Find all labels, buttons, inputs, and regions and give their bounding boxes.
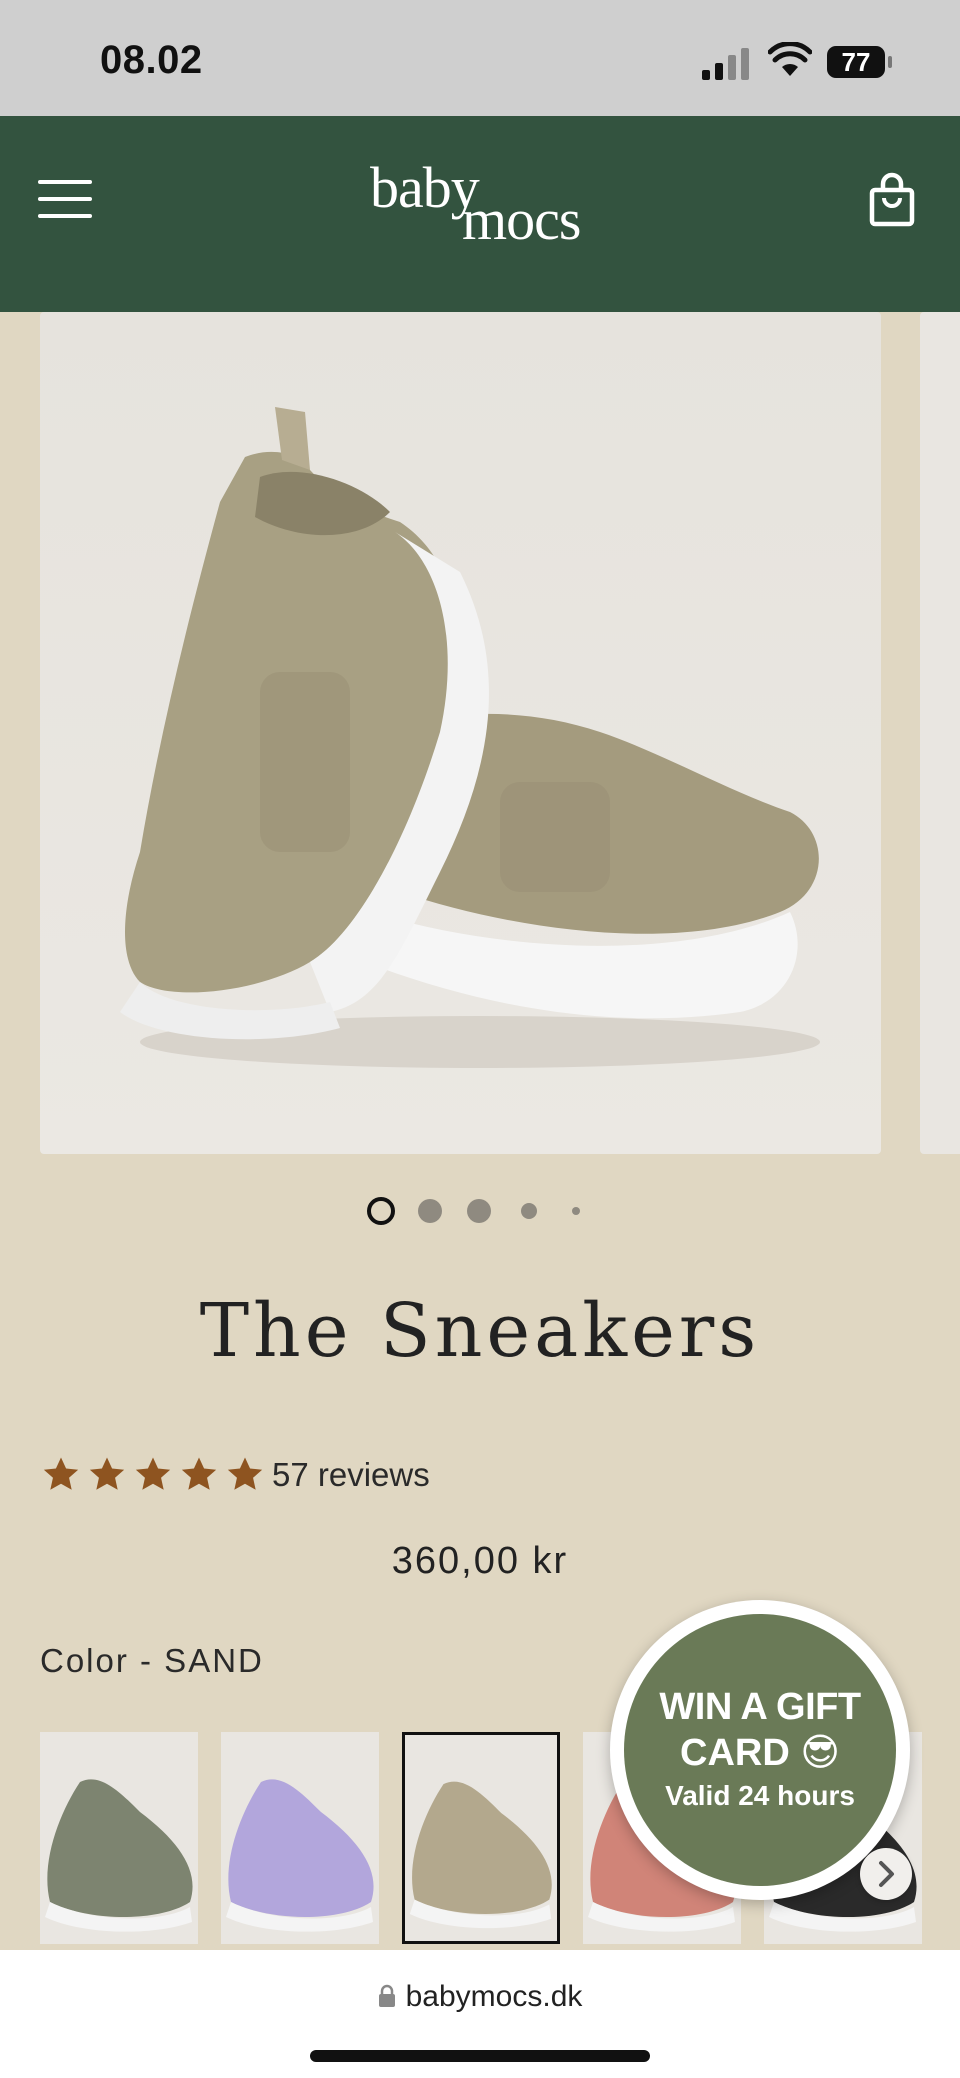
product-price: 360,00 kr [391, 1540, 569, 1582]
battery-level: 77 [841, 47, 871, 77]
url-row[interactable]: babymocs.dk [0, 1980, 960, 2014]
gallery-dots [360, 1196, 600, 1226]
shopping-bag-icon[interactable] [868, 172, 916, 228]
logo-part-mocs: mocs [462, 187, 581, 252]
dot-2[interactable] [418, 1199, 442, 1223]
cellular-signal-icon [702, 48, 749, 80]
swatch-scroll-next-button[interactable] [860, 1848, 912, 1900]
swatch-shoe-image [226, 1779, 374, 1932]
gift-badge-line3: Valid 24 hours [665, 1780, 855, 1811]
status-bar: 08.02 77 [0, 0, 960, 116]
menu-button[interactable] [36, 174, 98, 224]
dot-3[interactable] [467, 1199, 491, 1223]
swatch-shoe-image [409, 1781, 552, 1929]
browser-url-bar[interactable]: babymocs.dk [0, 1950, 960, 2078]
gift-card-badge-inner: WIN A GIFT CARD 😎 Valid 24 hours [624, 1614, 896, 1886]
dot-4[interactable] [521, 1203, 537, 1219]
dot-1-active[interactable] [367, 1197, 395, 1225]
product-title: The Sneakers [199, 1288, 761, 1374]
product-rating[interactable]: 57 reviews [40, 1452, 430, 1498]
chevron-right-icon [879, 1861, 894, 1887]
gift-badge-line1: WIN A GIFT [659, 1686, 861, 1728]
gift-badge-line2: CARD 😎 [680, 1732, 840, 1774]
star-icon [227, 1457, 263, 1490]
swatch-sand-selected[interactable] [402, 1732, 560, 1944]
battery-icon: 77 [826, 44, 894, 80]
sneaker-illustration [120, 407, 820, 1068]
site-header: baby mocs [0, 116, 960, 312]
rating-stars [40, 1454, 266, 1496]
dot-5[interactable] [572, 1207, 580, 1215]
swatch-lavender[interactable] [221, 1732, 379, 1944]
product-gallery[interactable] [0, 312, 960, 1157]
star-icon [181, 1457, 217, 1490]
swatch-olive[interactable] [40, 1732, 198, 1944]
star-icon [89, 1457, 125, 1490]
reviews-link[interactable]: 57 reviews [272, 1456, 430, 1494]
color-label: Color - SAND [40, 1642, 264, 1679]
home-indicator[interactable] [310, 2050, 650, 2062]
url-text: babymocs.dk [405, 1980, 583, 2013]
product-image-next[interactable] [920, 312, 960, 1154]
menu-icon [38, 180, 92, 184]
product-image[interactable] [40, 312, 881, 1154]
star-icon [43, 1457, 79, 1490]
lock-icon [378, 1984, 395, 2007]
star-icon [135, 1457, 171, 1490]
site-logo[interactable]: baby mocs [360, 154, 600, 254]
wifi-icon [768, 42, 812, 76]
swatch-shoe-image [45, 1779, 193, 1932]
status-time: 08.02 [100, 38, 203, 82]
